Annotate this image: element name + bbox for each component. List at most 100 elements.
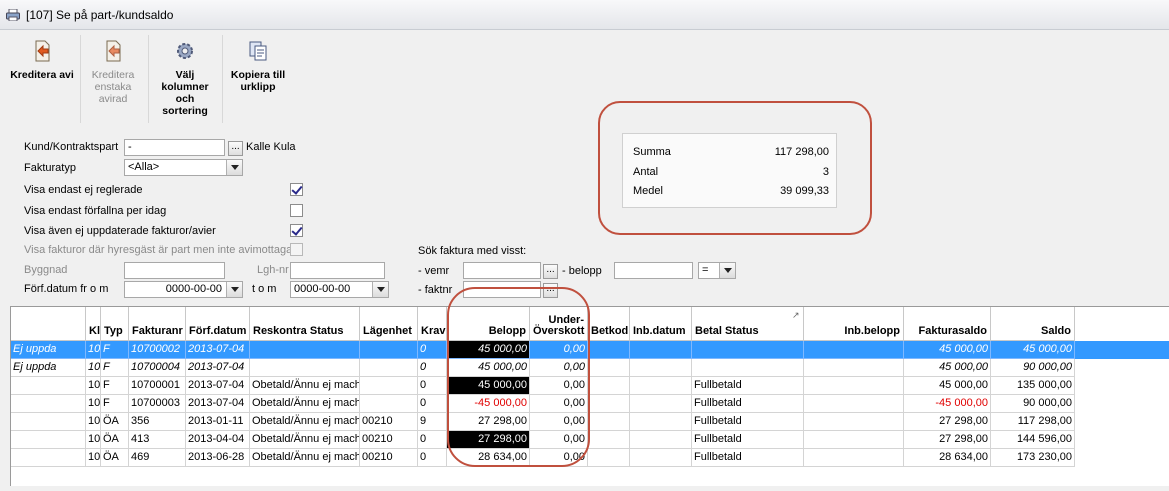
- col-betkod-cell: [588, 395, 630, 413]
- col-fakturanr-cell: 413: [129, 431, 186, 449]
- byggnad-input[interactable]: [124, 262, 225, 279]
- credit-row-icon: [106, 40, 121, 62]
- col-forfdatum-cell: 2013-07-04: [186, 341, 250, 359]
- col-fakturasaldo-cell: -45 000,00: [904, 395, 991, 413]
- col-belopp-header[interactable]: Belopp: [447, 307, 530, 341]
- lghnr-input[interactable]: [290, 262, 385, 279]
- tom-input[interactable]: 0000-00-00: [290, 281, 389, 298]
- col-under-overskott-header[interactable]: Under-Överskott: [530, 307, 588, 341]
- col-under-overskott-cell: 0,00: [530, 413, 588, 431]
- col-fakturasaldo-header[interactable]: Fakturasaldo: [904, 307, 991, 341]
- col-betkod-header[interactable]: Betkod: [588, 307, 630, 341]
- kund-lookup-button[interactable]: ...: [228, 141, 243, 156]
- tom-value: 0000-00-00: [294, 283, 351, 295]
- col-saldo-cell: 45 000,00: [991, 341, 1075, 359]
- col-reskontra-status-cell: [250, 359, 360, 377]
- forf-from-input[interactable]: 0000-00-00: [124, 281, 243, 298]
- sok-label: Sök faktura med visst:: [418, 245, 527, 257]
- col-saldo-header[interactable]: Saldo: [991, 307, 1075, 341]
- col-betkod-cell: [588, 377, 630, 395]
- fakturatyp-label: Fakturatyp: [24, 162, 76, 174]
- col-krav-header[interactable]: Krav: [418, 307, 447, 341]
- col-rowtag-cell: [11, 395, 86, 413]
- col-typ-cell: F: [101, 359, 129, 377]
- check-hyresgast[interactable]: [290, 243, 303, 256]
- belopp-label: - belopp: [562, 265, 602, 277]
- toolbar-separator: [80, 35, 81, 123]
- summary-value: 3: [822, 166, 829, 178]
- col-inbdatum-cell: [630, 413, 692, 431]
- col-forfdatum-cell: 2013-07-04: [186, 359, 250, 377]
- col-fakturasaldo-cell: 27 298,00: [904, 431, 991, 449]
- col-saldo-cell: 144 596,00: [991, 431, 1075, 449]
- table-row[interactable]: 107F107000032013-07-04Obetald/Ännu ej ma…: [11, 395, 1169, 413]
- table-row[interactable]: 107F107000012013-07-04Obetald/Ännu ej ma…: [11, 377, 1169, 395]
- kreditera-avi-label: Kreditera avi: [10, 69, 74, 81]
- vemr-input[interactable]: [463, 262, 541, 279]
- belopp-input[interactable]: [614, 262, 693, 279]
- col-klient-cell: 107: [86, 377, 101, 395]
- col-fakturanr-header[interactable]: Fakturanr: [129, 307, 186, 341]
- col-rowtag-cell: [11, 449, 86, 467]
- col-lagenhet-header[interactable]: Lägenhet: [360, 307, 418, 341]
- kreditera-enstaka-avirad-button[interactable]: Kreditera enstaka avirad: [82, 33, 144, 123]
- col-fakturanr-cell: 10700004: [129, 359, 186, 377]
- check-label-hyresgast: Visa fakturor där hyresgäst är part men …: [24, 244, 302, 256]
- check-forfallna[interactable]: [290, 204, 303, 217]
- column-header-label: Krav: [421, 325, 446, 337]
- col-forfdatum-header[interactable]: Förf.datum: [186, 307, 250, 341]
- table-row[interactable]: 107ÖA4132013-04-04Obetald/Ännu ej macha0…: [11, 431, 1169, 449]
- summary-row: Medel 39 099,33: [633, 185, 829, 201]
- forf-from-value: 0000-00-00: [165, 283, 222, 295]
- faktnr-input[interactable]: [463, 281, 541, 298]
- col-inbbelopp-header[interactable]: Inb.belopp: [804, 307, 904, 341]
- table-row[interactable]: Ej uppda107F107000042013-07-04045 000,00…: [11, 359, 1169, 377]
- col-belopp-cell: 45 000,00: [447, 341, 530, 359]
- col-lagenhet-cell: [360, 395, 418, 413]
- col-rowtag-header[interactable]: [11, 307, 86, 341]
- column-header-label: Typ: [104, 325, 123, 337]
- vemr-lookup-button[interactable]: ...: [543, 264, 558, 279]
- kund-input[interactable]: -: [124, 139, 225, 156]
- faktnr-label: - faktnr: [418, 284, 453, 296]
- col-inbdatum-header[interactable]: Inb.datum: [630, 307, 692, 341]
- col-fakturasaldo-cell: 27 298,00: [904, 413, 991, 431]
- check-ej-reglerade[interactable]: [290, 183, 303, 196]
- column-header-label: Belopp: [488, 325, 526, 337]
- belopp-operator-value: =: [702, 264, 709, 276]
- sort-indicator-icon: ↗: [792, 310, 800, 320]
- belopp-operator-select[interactable]: =: [698, 262, 736, 279]
- fakturatyp-select[interactable]: <Alla>: [124, 159, 243, 176]
- col-krav-cell: 0: [418, 377, 447, 395]
- valj-kolumner-button[interactable]: Välj kolumner och sortering: [150, 33, 220, 123]
- summary-box: Summa 117 298,00 Antal 3 Medel 39 099,33: [622, 133, 837, 208]
- summary-key: Medel: [633, 185, 663, 197]
- col-inbdatum-cell: [630, 395, 692, 413]
- col-typ-header[interactable]: Typ: [101, 307, 129, 341]
- col-lagenhet-cell: 00210: [360, 431, 418, 449]
- forf-from-label: Förf.datum fr o m: [24, 283, 109, 295]
- kopiera-till-urklipp-button[interactable]: Kopiera till urklipp: [224, 33, 292, 123]
- table-row[interactable]: 107ÖA4692013-06-28Obetald/Ännu ej macha0…: [11, 449, 1169, 467]
- col-saldo-cell: 173 230,00: [991, 449, 1075, 467]
- check-ej-uppdaterade[interactable]: [290, 224, 303, 237]
- col-betal-status-cell: Fullbetald: [692, 449, 804, 467]
- col-klient-header[interactable]: Klient: [86, 307, 101, 341]
- col-fakturasaldo-cell: 28 634,00: [904, 449, 991, 467]
- col-under-overskott-cell: 0,00: [530, 341, 588, 359]
- col-betal-status-header[interactable]: Betal Status: [692, 307, 804, 341]
- col-under-overskott-cell: 0,00: [530, 449, 588, 467]
- table-row[interactable]: 107ÖA3562013-01-11Obetald/Ännu ej macha0…: [11, 413, 1169, 431]
- col-saldo-cell: 90 000,00: [991, 359, 1075, 377]
- column-header-label: Saldo: [1041, 325, 1071, 337]
- invoice-grid[interactable]: Klient Typ Fakturanr Förf.datum Reskontra St…: [10, 306, 1169, 486]
- faktnr-lookup-button[interactable]: ...: [543, 283, 558, 298]
- table-row[interactable]: Ej uppda107F107000022013-07-04045 000,00…: [11, 341, 1169, 359]
- kreditera-avi-button[interactable]: Kreditera avi: [6, 33, 78, 123]
- summary-key: Antal: [633, 166, 659, 178]
- col-lagenhet-cell: [360, 359, 418, 377]
- col-typ-cell: ÖA: [101, 431, 129, 449]
- col-reskontra-status-header[interactable]: Reskontra Status: [250, 307, 360, 341]
- col-belopp-cell: 27 298,00: [447, 431, 530, 449]
- col-inbbelopp-cell: [804, 341, 904, 359]
